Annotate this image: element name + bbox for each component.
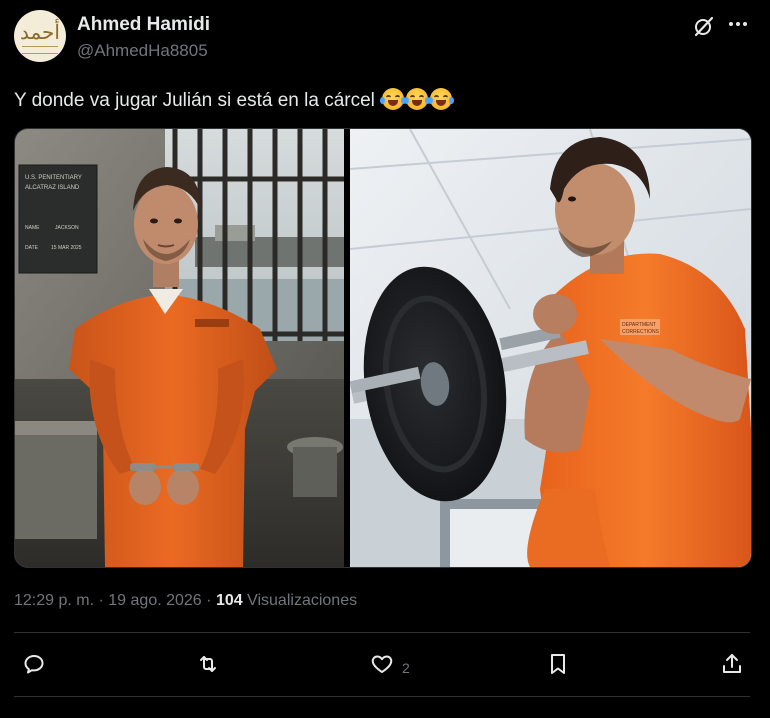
repost-button[interactable] <box>196 652 224 680</box>
tears-of-joy-emoji-icon <box>380 88 407 110</box>
avatar[interactable]: أحمد <box>14 10 66 62</box>
svg-text:DATE: DATE <box>25 245 39 251</box>
sign-text: U.S. PENITENTIARY <box>25 175 82 181</box>
heart-icon <box>371 655 393 673</box>
post-time[interactable]: 12:29 p. m. <box>14 592 94 609</box>
tears-of-joy-emoji-icon <box>404 88 431 110</box>
bookmark-icon <box>551 654 565 674</box>
svg-text:NAME: NAME <box>25 225 40 231</box>
media-image-right[interactable]: DEPARTMENT CORRECTIONS <box>350 129 751 567</box>
views-count: 104 <box>215 592 243 609</box>
media-grid: U.S. PENITENTIARY ALCATRAZ ISLAND NAME J… <box>14 128 752 568</box>
svg-text:JACKSON: JACKSON <box>55 225 79 231</box>
divider <box>14 632 750 633</box>
post-text: Y donde va jugar Julián si está en la cá… <box>14 88 455 112</box>
views-label: Visualizaciones <box>247 592 358 609</box>
svg-text:ALCATRAZ ISLAND: ALCATRAZ ISLAND <box>25 185 80 191</box>
author-handle[interactable]: @AhmedHa8805 <box>77 41 208 61</box>
meta-separator: · <box>98 592 104 609</box>
reply-button[interactable] <box>22 652 50 680</box>
share-icon <box>723 654 741 673</box>
svg-text:DEPARTMENT: DEPARTMENT <box>622 322 656 328</box>
divider <box>14 696 750 697</box>
meta-separator: · <box>206 592 212 609</box>
post-text-content: Y donde va jugar Julián si está en la cá… <box>14 90 375 111</box>
avatar-ornament <box>22 46 58 54</box>
grok-icon[interactable] <box>692 14 716 38</box>
media-image-left[interactable]: U.S. PENITENTIARY ALCATRAZ ISLAND NAME J… <box>15 129 344 567</box>
bookmark-button[interactable] <box>546 652 574 680</box>
svg-text:15 MAR 2025: 15 MAR 2025 <box>51 245 82 251</box>
svg-text:CORRECTIONS: CORRECTIONS <box>622 329 660 335</box>
tweet: أحمد Ahmed Hamidi @AhmedHa8805 Y donde v… <box>0 0 770 718</box>
like-count: 2 <box>402 660 410 676</box>
reply-icon <box>24 655 44 674</box>
like-button[interactable] <box>370 652 398 680</box>
avatar-calligraphy: أحمد <box>20 20 60 44</box>
tears-of-joy-emoji-icon <box>428 88 455 110</box>
share-button[interactable] <box>720 652 748 680</box>
author-name[interactable]: Ahmed Hamidi <box>77 14 210 36</box>
more-options-icon[interactable] <box>726 12 750 36</box>
post-date[interactable]: 19 ago. 2026 <box>108 592 201 609</box>
repost-icon <box>200 656 216 672</box>
post-meta: 12:29 p. m. · 19 ago. 2026 · 104 Visuali… <box>14 592 357 610</box>
